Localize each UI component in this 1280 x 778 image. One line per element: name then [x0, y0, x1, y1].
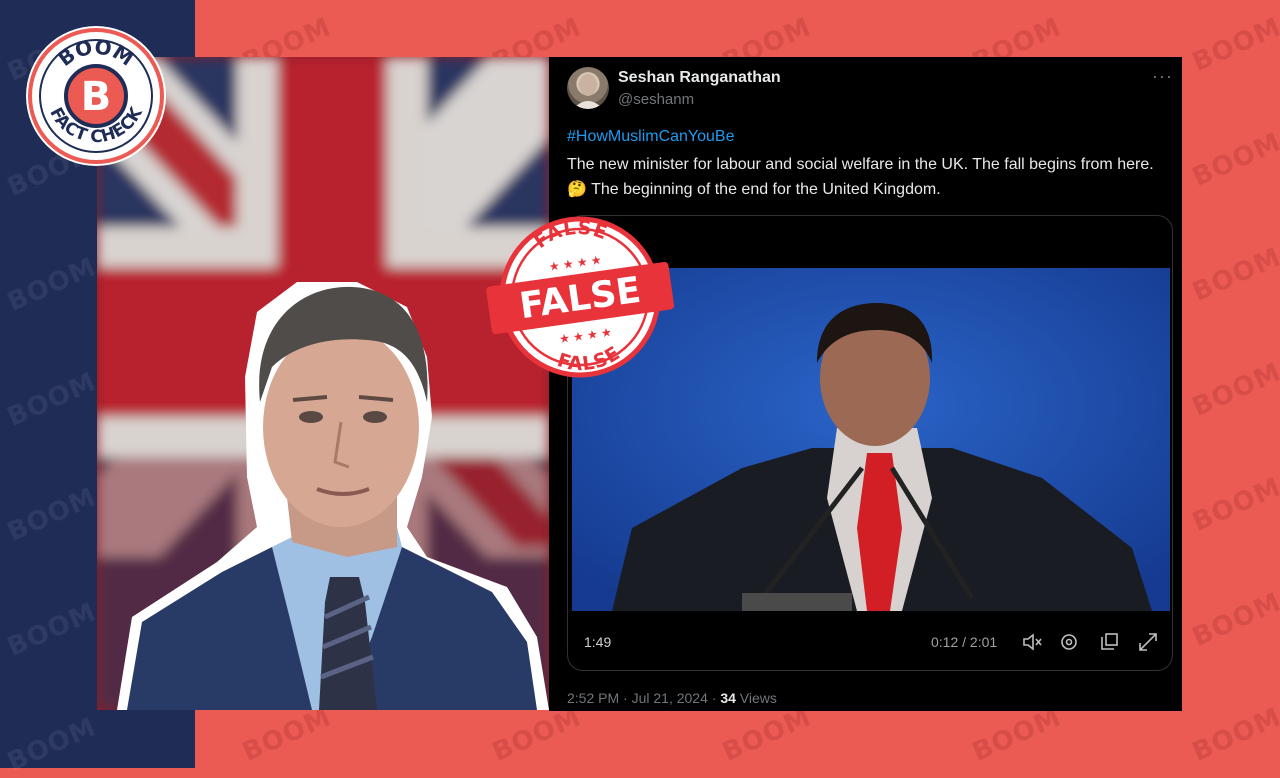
watermark-text: BOOM	[1187, 242, 1280, 308]
popout-icon[interactable]	[1098, 631, 1120, 653]
fullscreen-icon[interactable]	[1137, 631, 1159, 653]
author-handle[interactable]: @seshanm	[618, 91, 694, 108]
tweet-text: The new minister for labour and social w…	[567, 156, 1154, 198]
watermark-text: BOOM	[1187, 12, 1280, 78]
hashtag-link[interactable]: #HowMuslimCanYouBe	[567, 128, 735, 146]
logo-letter: B	[81, 74, 112, 120]
watermark-text: BOOM	[1187, 702, 1280, 768]
volume-mute-icon[interactable]	[1021, 631, 1043, 653]
watermark-text: BOOM	[237, 702, 336, 768]
avatar[interactable]	[567, 67, 609, 109]
watermark-text: BOOM	[1187, 127, 1280, 193]
views-label: Views	[735, 690, 777, 706]
boom-fact-check-logo: B BOOM FACT CHECK	[24, 24, 168, 168]
watermark-text: BOOM	[1187, 472, 1280, 538]
video-progress-time: 0:12 / 2:01	[931, 634, 998, 650]
watermark-text: BOOM	[717, 702, 816, 768]
video-controls: 1:49 0:12 / 2:01	[568, 611, 1172, 669]
tweet-meta: 2:52 PM · Jul 21, 2024 · 34 Views	[567, 690, 777, 706]
watermark-text: BOOM	[487, 702, 586, 768]
tweet-card: Seshan Ranganathan @seshanm ··· #HowMusl…	[549, 57, 1182, 711]
false-stamp: FALSE FALSE ★ ★ ★ ★ ★ ★ ★ ★ FALSE	[480, 212, 680, 382]
settings-icon[interactable]	[1058, 631, 1080, 653]
tweet-timestamp[interactable]: 2:52 PM · Jul 21, 2024 ·	[567, 690, 720, 706]
video-elapsed-left: 1:49	[584, 634, 612, 650]
watermark-text: BOOM	[1187, 357, 1280, 423]
author-name[interactable]: Seshan Ranganathan	[618, 69, 781, 87]
more-options-icon[interactable]: ···	[1152, 66, 1173, 87]
views-count: 34	[720, 690, 736, 706]
watermark-text: BOOM	[967, 702, 1066, 768]
watermark-text: BOOM	[1187, 587, 1280, 653]
